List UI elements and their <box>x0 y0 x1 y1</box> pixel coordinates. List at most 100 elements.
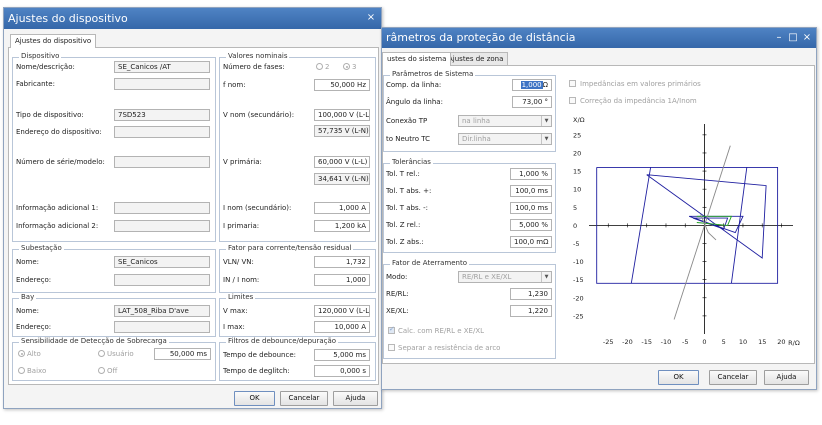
sens-baixo-radio[interactable] <box>18 367 25 374</box>
y-tick-label: -25 <box>573 312 584 320</box>
vnom-ln-field[interactable]: 57,735 V (L-N) <box>314 125 370 137</box>
x-tick-label: 15 <box>758 338 766 346</box>
vnom-ll-field[interactable]: 100,000 V (L-L) <box>314 109 370 121</box>
group-filtros-title: Filtros de debounce/depuração <box>226 337 339 345</box>
vln-field[interactable]: 1,732 <box>314 256 370 268</box>
distance-window-titlebar[interactable]: râmetros da proteção de distância – □ × <box>382 28 816 48</box>
distance-settings-panel: Parâmetros de Sistema Comp. da linha: 1,… <box>382 65 815 364</box>
subestacao-endereco-label: Endereço: <box>16 276 52 284</box>
tipo-label: Tipo de dispositivo: <box>16 111 84 119</box>
rerl-label: RE/RL: <box>386 290 409 298</box>
modo-value: RE/RL e XE/XL <box>462 273 512 281</box>
chevron-down-icon[interactable]: ▼ <box>541 116 551 126</box>
modo-label: Modo: <box>386 273 408 281</box>
separar-checkbox[interactable] <box>388 344 395 351</box>
maximize-icon[interactable]: □ <box>786 28 800 49</box>
subestacao-endereco-field[interactable] <box>114 274 210 286</box>
y-axis-label: X/Ω <box>573 116 585 124</box>
device-ok-button[interactable]: OK <box>234 391 275 406</box>
endereco-dispositivo-field[interactable] <box>114 126 210 138</box>
x-tick-label: 10 <box>739 338 747 346</box>
sens-usuario-radio[interactable] <box>98 350 105 357</box>
y-tick-label: -20 <box>573 294 584 302</box>
x-tick-label: -10 <box>661 338 672 346</box>
tol-tabs-plus-field[interactable]: 100,0 ms <box>510 185 552 197</box>
fabricante-field[interactable] <box>114 78 210 90</box>
modo-select[interactable]: RE/RL e XE/XL ▼ <box>458 271 552 283</box>
y-tick-label: 5 <box>573 204 577 212</box>
sens-usuario-field[interactable]: 50,000 ms <box>154 348 211 360</box>
separar-label: Separar a resistência de arco <box>398 344 501 352</box>
tol-zabs-label: Tol. Z abs.: <box>386 238 424 246</box>
info1-field[interactable] <box>114 202 210 214</box>
group-sensibilidade-title: Sensibilidade de Detecção de Sobrecarga <box>19 337 169 345</box>
fases-option-2: 2 <box>325 63 330 71</box>
subestacao-nome-field[interactable]: SE_Canicos <box>114 256 210 268</box>
fases-option-3: 3 <box>352 63 357 71</box>
sens-alto-radio[interactable] <box>18 350 25 357</box>
calc-checkbox[interactable] <box>388 325 395 334</box>
group-subestacao: Subestação Nome: SE_Canicos Endereço: <box>12 244 216 293</box>
device-window-titlebar[interactable]: Ajustes do dispositivo × <box>4 8 381 29</box>
fases-radio-3[interactable] <box>343 63 350 70</box>
nome-field[interactable]: SE_Canicos /AT <box>114 61 210 73</box>
distance-help-button[interactable]: Ajuda <box>764 370 809 385</box>
info2-field[interactable] <box>114 220 210 232</box>
sens-usuario-label: Usuário <box>107 350 134 358</box>
rerl-field[interactable]: 1,230 <box>510 288 552 300</box>
vprim-ll-field[interactable]: 60,000 V (L-L) <box>314 156 370 168</box>
inom-field[interactable]: 1,000 A <box>314 202 370 214</box>
x-tick-label: -20 <box>622 338 633 346</box>
in-field[interactable]: 1,000 <box>314 274 370 286</box>
fabricante-label: Fabricante: <box>16 80 55 88</box>
angulo-linha-field[interactable]: 73,00 ° <box>512 96 552 108</box>
y-tick-label: -15 <box>573 276 584 284</box>
vprim-ln-field[interactable]: 34,641 V (L-N) <box>314 173 370 185</box>
tol-zabs-field[interactable]: 100,0 mΩ <box>510 236 552 248</box>
tol-zrel-field[interactable]: 5,000 % <box>510 219 552 231</box>
serie-field[interactable] <box>114 156 210 168</box>
x-tick-label: 5 <box>722 338 726 346</box>
group-tolerancias-title: Tolerâncias <box>390 158 433 166</box>
tol-trel-field[interactable]: 1,000 % <box>510 168 552 180</box>
conexao-tp-select[interactable]: na linha ▼ <box>458 115 552 127</box>
correcao-checkbox[interactable] <box>569 97 576 104</box>
xexl-field[interactable]: 1,220 <box>510 305 552 317</box>
impedancias-checkbox[interactable] <box>569 80 576 87</box>
tab-device-settings[interactable]: Ajustes do dispositivo <box>10 34 97 48</box>
close-icon[interactable]: × <box>364 8 378 29</box>
tol-tabs-minus-field[interactable]: 100,0 ms <box>510 202 552 214</box>
group-fator-title: Fator para corrente/tensão residual <box>226 244 354 252</box>
device-cancel-button[interactable]: Cancelar <box>280 391 328 406</box>
tipo-field[interactable]: 7SD523 <box>114 109 210 121</box>
group-parametros-title: Parâmetros de Sistema <box>390 70 476 78</box>
fnom-field[interactable]: 50,000 Hz <box>314 79 370 91</box>
iprim-field[interactable]: 1,200 kA <box>314 220 370 232</box>
minimize-icon[interactable]: – <box>772 28 786 49</box>
chevron-down-icon[interactable]: ▼ <box>541 272 551 282</box>
y-tick-label: 0 <box>573 222 577 230</box>
bay-nome-field[interactable]: LAT_508_Riba D'ave <box>114 305 210 317</box>
distance-ok-button[interactable]: OK <box>658 370 699 385</box>
vmax-field[interactable]: 120,000 V (L-L) <box>314 305 370 317</box>
endereco-dispositivo-label: Endereço do dispositivo: <box>16 128 102 136</box>
fases-radio-2[interactable] <box>316 63 323 70</box>
group-limites-title: Limites <box>226 293 256 301</box>
sens-off-radio[interactable] <box>98 367 105 374</box>
neutro-tc-select[interactable]: Dir.linha ▼ <box>458 133 552 145</box>
tab-ajustes-sistema[interactable]: ustes do sistema <box>382 52 452 66</box>
imax-field[interactable]: 10,000 A <box>314 321 370 333</box>
bay-endereco-field[interactable] <box>114 321 210 333</box>
tab-ajustes-zona[interactable]: Ajustes de zona <box>443 52 509 66</box>
debounce-field[interactable]: 5,000 ms <box>314 349 370 361</box>
device-help-button[interactable]: Ajuda <box>333 391 378 406</box>
comp-linha-field[interactable]: 1,000Ω <box>512 79 552 91</box>
close-icon[interactable]: × <box>800 28 814 49</box>
x-tick-label: -15 <box>641 338 652 346</box>
deglitch-field[interactable]: 0,000 s <box>314 365 370 377</box>
deglitch-label: Tempo de deglitch: <box>223 367 290 375</box>
distance-cancel-button[interactable]: Cancelar <box>709 370 757 385</box>
sens-alto-label: Alto <box>27 350 41 358</box>
zone-characteristic <box>673 145 731 320</box>
chevron-down-icon[interactable]: ▼ <box>541 134 551 144</box>
